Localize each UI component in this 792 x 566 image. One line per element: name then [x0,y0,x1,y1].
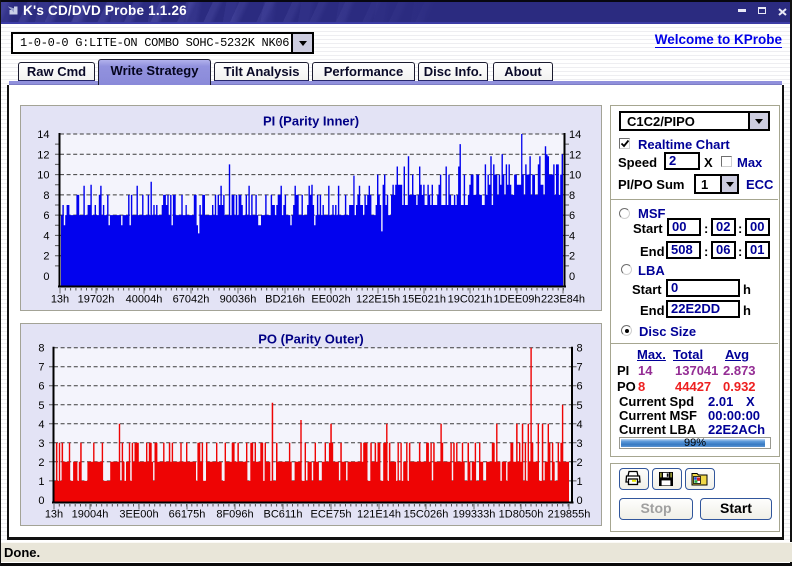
svg-text:6: 6 [577,381,583,393]
svg-text:4: 4 [43,230,49,242]
svg-text:3EE00h: 3EE00h [119,509,158,521]
svg-text:13h: 13h [45,509,63,521]
svg-text:8: 8 [38,343,44,355]
svg-text:1D8050h: 1D8050h [499,509,544,521]
svg-text:6: 6 [38,381,44,393]
svg-text:13h: 13h [51,294,69,306]
svg-text:2: 2 [43,251,49,263]
svg-text:6: 6 [569,210,575,222]
svg-text:PO (Parity Outer): PO (Parity Outer) [258,332,363,347]
svg-text:14: 14 [569,129,581,141]
svg-text:3: 3 [577,438,583,450]
svg-text:1DEE09h: 1DEE09h [493,294,540,306]
svg-text:8: 8 [577,343,583,355]
svg-text:40004h: 40004h [126,294,163,306]
svg-text:BD216h: BD216h [265,294,305,306]
svg-text:1: 1 [38,476,44,488]
svg-text:14: 14 [37,129,49,141]
svg-text:121E14h: 121E14h [357,509,401,521]
svg-text:2: 2 [569,251,575,263]
svg-text:15C026h: 15C026h [404,509,449,521]
svg-text:ECE75h: ECE75h [311,509,352,521]
svg-text:PI (Parity Inner): PI (Parity Inner) [263,114,359,129]
svg-text:10: 10 [569,170,581,182]
svg-text:12: 12 [37,149,49,161]
svg-text:7: 7 [577,362,583,374]
svg-text:223E84h: 223E84h [541,294,585,306]
svg-text:8: 8 [43,190,49,202]
svg-text:4: 4 [577,419,583,431]
svg-text:199333h: 199333h [453,509,496,521]
svg-text:19004h: 19004h [72,509,109,521]
svg-text:2: 2 [577,457,583,469]
svg-text:3: 3 [38,438,44,450]
svg-text:0: 0 [43,271,49,283]
svg-text:122E15h: 122E15h [356,294,400,306]
svg-text:2: 2 [38,457,44,469]
svg-text:1: 1 [577,476,583,488]
svg-text:0: 0 [577,495,583,507]
svg-text:66175h: 66175h [169,509,206,521]
svg-text:5: 5 [38,400,44,412]
svg-text:8F096h: 8F096h [216,509,253,521]
svg-text:7: 7 [38,362,44,374]
svg-text:0: 0 [569,271,575,283]
svg-text:EE002h: EE002h [311,294,350,306]
svg-text:67042h: 67042h [173,294,210,306]
svg-text:10: 10 [37,170,49,182]
svg-text:12: 12 [569,149,581,161]
svg-text:4: 4 [569,230,575,242]
svg-text:19702h: 19702h [78,294,115,306]
svg-text:BC611h: BC611h [264,509,303,521]
svg-text:4: 4 [38,419,44,431]
svg-text:219855h: 219855h [548,509,591,521]
svg-text:6: 6 [43,210,49,222]
svg-text:0: 0 [38,495,44,507]
svg-text:19C021h: 19C021h [448,294,493,306]
svg-text:8: 8 [569,190,575,202]
svg-text:90036h: 90036h [220,294,257,306]
svg-text:15E021h: 15E021h [402,294,446,306]
svg-text:5: 5 [577,400,583,412]
